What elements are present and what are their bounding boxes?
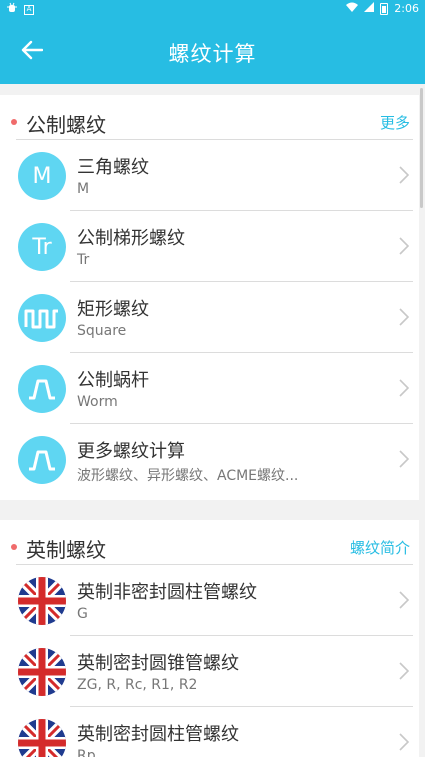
- item-title: 英制密封圆锥管螺纹: [77, 653, 239, 674]
- chevron-right-icon: [399, 237, 410, 255]
- scrollbar[interactable]: [420, 88, 423, 208]
- battery-icon: [380, 2, 389, 15]
- trapezoid-wave-icon: [18, 436, 66, 484]
- item-subtitle: Worm: [77, 394, 118, 410]
- section-header-metric: 公制螺纹 更多: [0, 95, 419, 139]
- square-wave-icon: [18, 294, 66, 342]
- item-title: 矩形螺纹: [77, 299, 149, 320]
- tr-letter-icon: Tr: [18, 223, 66, 271]
- item-subtitle: 波形螺纹、异形螺纹、ACME螺纹...: [77, 468, 299, 484]
- item-title: 更多螺纹计算: [77, 441, 185, 462]
- uk-flag-icon: [18, 719, 66, 757]
- chevron-right-icon: [399, 591, 410, 609]
- page-title: 螺纹计算: [168, 42, 257, 66]
- chevron-right-icon: [399, 379, 410, 397]
- list-item-metric-worm[interactable]: 公制蜗杆 Worm: [0, 353, 419, 424]
- section-header-imperial: 英制螺纹 螺纹简介: [0, 520, 419, 564]
- chevron-right-icon: [399, 662, 410, 680]
- list-item-bsp-parallel-unsealed[interactable]: 英制非密封圆柱管螺纹 G: [0, 565, 419, 636]
- item-subtitle: M: [77, 181, 90, 197]
- list-item-more-threads[interactable]: 更多螺纹计算 波形螺纹、异形螺纹、ACME螺纹...: [0, 424, 419, 495]
- app-header: A 2:06 螺纹计算: [0, 0, 425, 84]
- uk-flag-icon: [18, 577, 66, 625]
- section-title: 公制螺纹: [26, 113, 106, 137]
- list-item-bsp-taper-sealed[interactable]: 英制密封圆锥管螺纹 ZG, R, Rc, R1, R2: [0, 636, 419, 707]
- chevron-right-icon: [399, 733, 410, 751]
- item-title: 三角螺纹: [77, 157, 149, 178]
- imperial-thread-card: 英制螺纹 螺纹简介 英制非密封圆柱管螺纹 G 英制密封圆锥管螺纹 ZG, R, …: [0, 520, 419, 757]
- item-subtitle: Rp: [77, 748, 96, 757]
- metric-thread-card: 公制螺纹 更多 M 三角螺纹 M Tr 公制梯形螺纹 Tr 矩形螺纹 Squar…: [0, 95, 419, 500]
- wifi-icon: [346, 2, 359, 15]
- item-subtitle: ZG, R, Rc, R1, R2: [77, 677, 198, 693]
- more-link[interactable]: 更多: [380, 112, 410, 133]
- item-title: 公制梯形螺纹: [77, 228, 185, 249]
- chevron-right-icon: [399, 166, 410, 184]
- notification-bug-icon: [6, 2, 18, 17]
- list-item-bsp-parallel-sealed[interactable]: 英制密封圆柱管螺纹 Rp: [0, 707, 419, 757]
- notification-a-icon: A: [24, 4, 34, 15]
- clock: 2:06: [394, 2, 419, 15]
- item-subtitle: Tr: [77, 252, 90, 268]
- list-item-triangle-thread[interactable]: M 三角螺纹 M: [0, 140, 419, 211]
- m-letter-icon: M: [18, 152, 66, 200]
- uk-flag-icon: [18, 648, 66, 696]
- item-title: 公制蜗杆: [77, 370, 149, 391]
- item-subtitle: G: [77, 606, 88, 622]
- status-bar: A 2:06: [0, 0, 425, 18]
- list-item-metric-trapezoidal[interactable]: Tr 公制梯形螺纹 Tr: [0, 211, 419, 282]
- thread-intro-link[interactable]: 螺纹简介: [350, 537, 410, 558]
- trapezoid-wave-icon: [18, 365, 66, 413]
- cellular-icon: [364, 2, 375, 15]
- section-dot: [11, 119, 17, 125]
- section-title: 英制螺纹: [26, 538, 106, 562]
- section-dot: [11, 544, 17, 550]
- list-item-square-thread[interactable]: 矩形螺纹 Square: [0, 282, 419, 353]
- chevron-right-icon: [399, 308, 410, 326]
- item-title: 英制密封圆柱管螺纹: [77, 724, 239, 745]
- item-subtitle: Square: [77, 323, 127, 339]
- item-title: 英制非密封圆柱管螺纹: [77, 582, 257, 603]
- chevron-right-icon: [399, 450, 410, 468]
